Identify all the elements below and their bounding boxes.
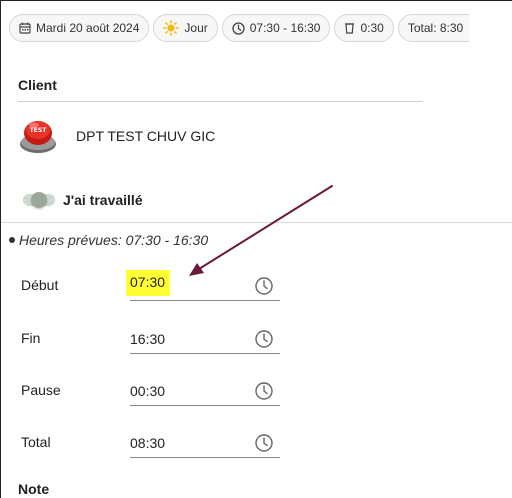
planned-divider — [1, 222, 512, 223]
hours-chip-text: 07:30 - 16:30 — [249, 21, 321, 35]
break-chip[interactable]: 0:30 — [334, 14, 394, 42]
pause-time-value: 00:30 — [130, 383, 166, 399]
worked-toggle-row: J'ai travaillé — [21, 192, 143, 208]
clock-icon[interactable] — [254, 276, 274, 296]
planned-hours-text: Heures prévues: 07:30 - 16:30 — [19, 232, 209, 248]
cup-icon — [345, 23, 355, 34]
calendar-icon — [19, 22, 31, 34]
start-time-value: 07:30 — [126, 270, 171, 296]
total-time-value: 08:30 — [130, 435, 166, 451]
total-chip[interactable]: Total: 8:30 — [397, 14, 470, 42]
planned-hours: Heures prévues: 07:30 - 16:30 — [9, 232, 208, 248]
client-row[interactable]: TEST DPT TEST CHUV GIC — [18, 116, 215, 156]
clock-icon — [232, 21, 245, 35]
note-section-title: Note — [18, 481, 50, 497]
total-chip-text: Total: 8:30 — [407, 21, 464, 35]
date-chip[interactable]: Mardi 20 août 2024 — [9, 14, 150, 42]
client-logo-icon: TEST — [20, 121, 56, 153]
shift-chip[interactable]: Jour — [153, 14, 218, 42]
end-time-value: 16:30 — [130, 331, 166, 347]
pause-time-label: Pause — [21, 382, 61, 398]
end-time-input[interactable]: 16:30 — [130, 324, 280, 354]
break-chip-text: 0:30 — [360, 21, 384, 35]
header-chip-bar: Mardi 20 août 2024 Jour 07:30 - 16:30 0:… — [9, 13, 470, 43]
bullet-dot — [9, 237, 15, 243]
total-time-row: Total 08:30 — [21, 428, 281, 460]
pause-time-row: Pause 00:30 — [21, 376, 281, 408]
date-chip-text: Mardi 20 août 2024 — [36, 21, 140, 35]
shift-chip-text: Jour — [184, 21, 208, 35]
end-time-label: Fin — [21, 330, 41, 346]
hours-chip[interactable]: 07:30 - 16:30 — [221, 14, 331, 42]
toggle-knob — [31, 192, 47, 208]
client-divider — [18, 101, 423, 102]
end-time-row: Fin 16:30 — [21, 324, 281, 356]
clock-icon[interactable] — [254, 381, 274, 401]
client-name: DPT TEST CHUV GIC — [76, 128, 216, 144]
app-frame: Mardi 20 août 2024 Jour 07:30 - 16:30 0:… — [0, 0, 512, 498]
total-time-label: Total — [21, 434, 51, 450]
start-time-row: Début 07:30 — [21, 270, 281, 303]
start-time-label: Début — [21, 277, 59, 293]
client-section-title: Client — [18, 77, 57, 93]
sun-icon — [163, 20, 180, 36]
annotation-arrow — [189, 185, 333, 276]
worked-toggle[interactable] — [21, 192, 57, 208]
client-logo-text: TEST — [30, 127, 48, 134]
start-time-input[interactable]: 07:30 — [126, 270, 280, 301]
worked-toggle-label: J'ai travaillé — [63, 192, 143, 208]
clock-icon[interactable] — [254, 433, 274, 453]
clock-icon[interactable] — [254, 329, 274, 349]
total-time-input[interactable]: 08:30 — [130, 428, 280, 458]
pause-time-input[interactable]: 00:30 — [130, 376, 280, 406]
